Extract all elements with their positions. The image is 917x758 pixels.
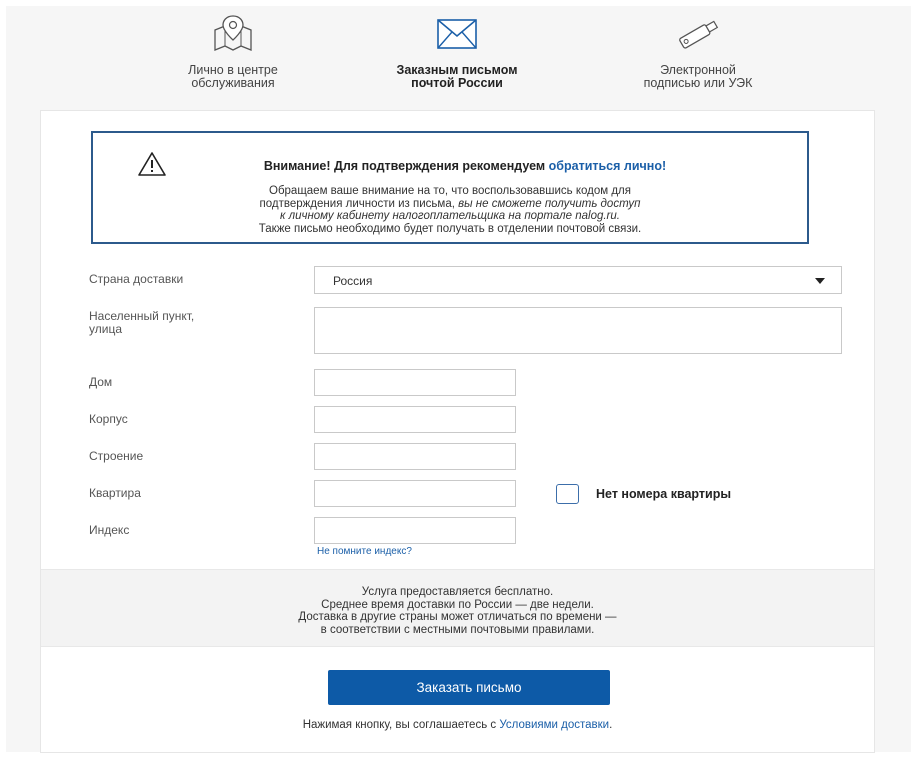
building-label: Корпус (89, 412, 128, 426)
tab-digital-signature-label-2: подписью или УЭК (643, 76, 753, 90)
envelope-icon (437, 19, 477, 49)
delivery-info-line-4: в соответствии с местными почтовыми прав… (320, 623, 595, 636)
tab-registered-letter-label-2: почтой России (411, 76, 503, 90)
order-letter-button[interactable]: Заказать письмо (328, 670, 610, 705)
house-field[interactable] (314, 369, 516, 396)
delivery-info-line-1: Услуга предоставляется бесплатно. (361, 586, 554, 598)
usb-key-icon (679, 20, 719, 49)
visit-in-person-link[interactable]: обратиться лично! (549, 159, 667, 173)
tab-registered-letter[interactable]: Заказным письмом почтой России (357, 14, 557, 90)
alert-line-3: к личному кабинету налогоплательщика на … (280, 210, 620, 222)
structure-field[interactable] (314, 443, 516, 470)
letter-order-card: Внимание! Для подтверждения рекомендуем … (40, 110, 875, 753)
alert-line-2-normal: подтверждения личности из письма, (259, 197, 459, 210)
warning-alert: Внимание! Для подтверждения рекомендуем … (91, 131, 809, 244)
apartment-field[interactable] (314, 480, 516, 507)
forgot-index-link[interactable]: Не помните индекс? (317, 546, 412, 557)
agreement-suffix: . (609, 719, 613, 731)
address-field[interactable] (314, 307, 842, 354)
structure-label: Строение (89, 449, 144, 463)
alert-title: Внимание! Для подтверждения рекомендуем … (93, 159, 807, 173)
tab-in-person[interactable]: Лично в центре обслуживания (133, 14, 333, 90)
alert-line-1: Обращаем ваше внимание на то, что воспол… (269, 185, 631, 197)
index-label: Индекс (89, 523, 130, 537)
house-label: Дом (89, 375, 113, 389)
alert-line-2-italic: вы не сможете получить доступ (458, 197, 641, 210)
no-apartment-checkbox[interactable] (556, 484, 579, 504)
delivery-info-text: Услуга предоставляется бесплатно. Средне… (41, 586, 874, 636)
agreement-text: Нажимая кнопку, вы соглашаетесь с Услови… (41, 719, 874, 731)
address-label: Населенный пункт, улица (89, 310, 194, 336)
country-select-value: Россия (333, 274, 373, 288)
alert-line-4: Также письмо необходимо будет получать в… (258, 222, 642, 235)
delivery-info-line-2: Среднее время доставки по России — две н… (321, 598, 594, 611)
tab-digital-signature[interactable]: Электронной подписью или УЭК (598, 14, 798, 90)
alert-body: Обращаем ваше внимание на то, что воспол… (93, 185, 807, 235)
chevron-down-icon (815, 278, 825, 284)
address-label-line-2: улица (89, 322, 122, 336)
agreement-prefix: Нажимая кнопку, вы соглашаетесь с (302, 719, 500, 731)
building-field[interactable] (314, 406, 516, 433)
no-apartment-label[interactable]: Нет номера квартиры (596, 487, 731, 501)
delivery-info: Услуга предоставляется бесплатно. Средне… (41, 569, 874, 647)
alert-title-text: Внимание! Для подтверждения рекомендуем (263, 159, 549, 173)
apartment-label: Квартира (89, 486, 141, 500)
delivery-info-line-3: Доставка в другие страны может отличатьс… (298, 611, 617, 623)
country-label: Страна доставки (89, 272, 184, 286)
delivery-terms-link[interactable]: Условиями доставки (499, 719, 609, 731)
map-pin-icon (214, 15, 252, 51)
index-field[interactable] (314, 517, 516, 544)
tab-in-person-label-2: обслуживания (191, 76, 275, 90)
alert-line-2: подтверждения личности из письма, вы не … (93, 198, 807, 211)
country-select[interactable]: Россия (314, 266, 842, 294)
